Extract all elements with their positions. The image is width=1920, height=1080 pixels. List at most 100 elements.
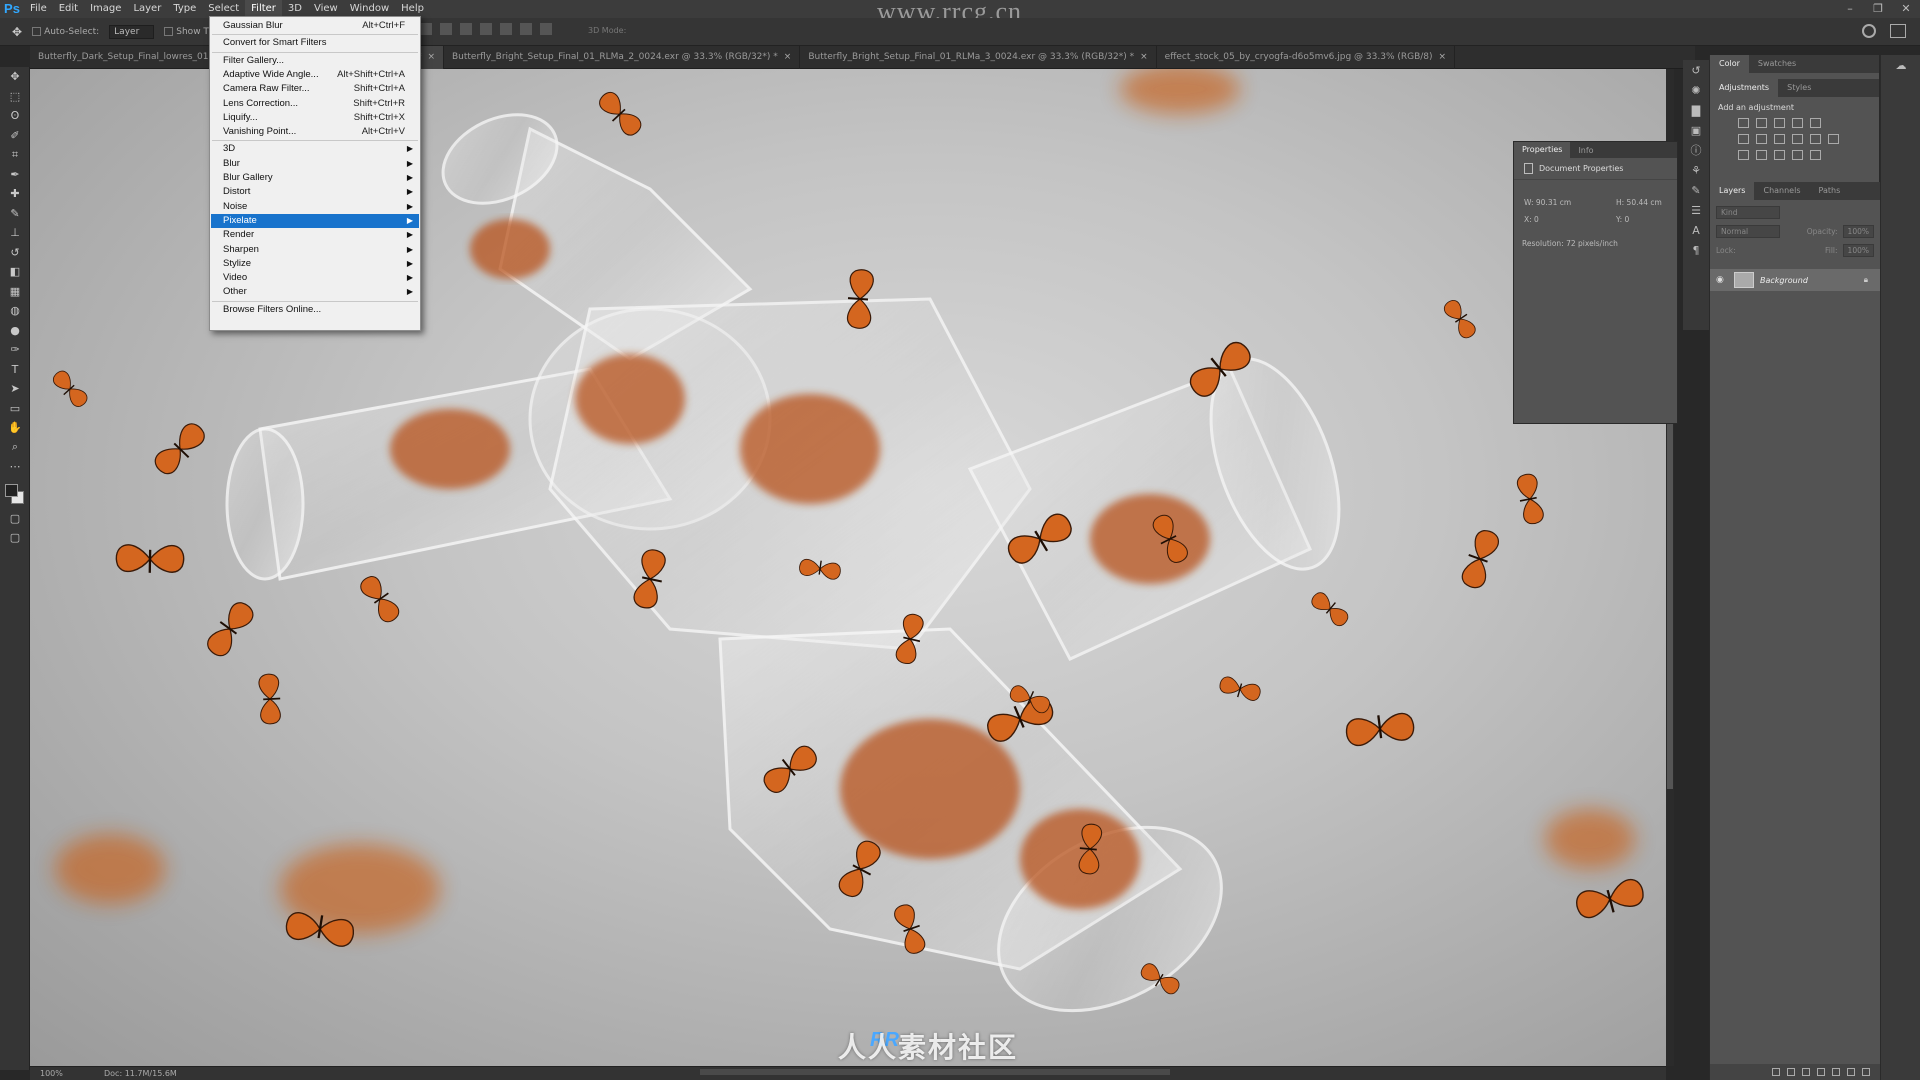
tab-adjustments[interactable]: Adjustments: [1710, 79, 1779, 97]
auto-select-dropdown[interactable]: Layer: [109, 24, 155, 39]
auto-select-checkbox[interactable]: [32, 26, 42, 36]
brightness-icon[interactable]: ✺: [1683, 80, 1709, 100]
menu-image[interactable]: Image: [84, 0, 127, 18]
hue-sat-icon[interactable]: [1738, 134, 1749, 144]
horizontal-scrollbar[interactable]: [700, 1069, 1170, 1075]
blur-tool-icon[interactable]: ◍: [0, 301, 30, 321]
pen-tool-icon[interactable]: ✑: [0, 340, 30, 360]
invert-icon[interactable]: [1738, 150, 1749, 160]
kind-filter[interactable]: Kind: [1716, 205, 1780, 219]
quick-mask-icon[interactable]: ▢: [0, 509, 30, 529]
brush-settings-icon[interactable]: ✎: [1683, 180, 1709, 200]
curves-icon[interactable]: [1774, 118, 1785, 128]
brushes-icon[interactable]: ☰: [1683, 200, 1709, 220]
stamp-tool-icon[interactable]: ⊥: [0, 223, 30, 243]
fx-icon[interactable]: [1787, 1068, 1795, 1076]
auto-align-icon[interactable]: [540, 23, 552, 35]
filter-menu-item-pixelate[interactable]: Pixelate ▶: [211, 213, 419, 229]
close-tab-icon[interactable]: ×: [1439, 52, 1447, 62]
quick-select-tool-icon[interactable]: ✐: [0, 126, 30, 146]
zoom-tool-icon[interactable]: ⌕: [0, 438, 30, 458]
vibrance-icon[interactable]: [1810, 118, 1821, 128]
photo-filter-icon[interactable]: [1792, 134, 1803, 144]
selective-color-icon[interactable]: [1810, 150, 1821, 160]
trash-icon[interactable]: [1862, 1068, 1870, 1076]
layer-name[interactable]: Background: [1760, 276, 1808, 285]
marquee-tool-icon[interactable]: ⬚: [0, 87, 30, 107]
filter-menu-item-camera-raw-filter[interactable]: Camera Raw Filter... Shift+Ctrl+A: [211, 82, 419, 96]
more-tools-icon[interactable]: ⋯: [0, 457, 30, 477]
filter-menu-item-3d[interactable]: 3D ▶: [211, 142, 419, 156]
move-tool-icon[interactable]: ✥: [12, 25, 22, 39]
filter-menu-item-filter-gallery[interactable]: Filter Gallery...: [211, 54, 419, 68]
y-value[interactable]: Y: 0: [1616, 215, 1629, 224]
zoom-level[interactable]: 100%: [30, 1069, 74, 1078]
eyedropper-tool-icon[interactable]: ✒: [0, 165, 30, 185]
tab-styles[interactable]: Styles: [1778, 79, 1820, 97]
filter-menu-item-sharpen[interactable]: Sharpen ▶: [211, 243, 419, 257]
workspace-icon[interactable]: [1890, 24, 1906, 38]
foreground-color-swatch[interactable]: [5, 483, 18, 497]
menu-edit[interactable]: Edit: [53, 0, 84, 18]
filter-menu-item-blur[interactable]: Blur ▶: [211, 157, 419, 171]
fill-value[interactable]: 100%: [1842, 243, 1874, 257]
color-balance-icon[interactable]: [1756, 134, 1767, 144]
exposure-icon[interactable]: [1792, 118, 1803, 128]
posterize-icon[interactable]: [1756, 150, 1767, 160]
histogram-icon[interactable]: ▇: [1683, 100, 1709, 120]
history-brush-tool-icon[interactable]: ↺: [0, 243, 30, 263]
tab-paths[interactable]: Paths: [1810, 182, 1850, 200]
distribute-h-icon[interactable]: [500, 23, 512, 35]
black-white-icon[interactable]: [1774, 134, 1785, 144]
filter-menu-item-adaptive-wide-angle[interactable]: Adaptive Wide Angle... Alt+Shift+Ctrl+A: [211, 68, 419, 82]
minimize-icon[interactable]: –: [1836, 0, 1864, 18]
close-tab-icon[interactable]: ×: [427, 52, 435, 62]
distribute-icon[interactable]: [480, 23, 492, 35]
search-icon[interactable]: [1862, 24, 1876, 38]
filter-menu-item-vanishing-point[interactable]: Vanishing Point... Alt+Ctrl+V: [211, 125, 419, 139]
show-transform-option[interactable]: Show T: [164, 26, 209, 37]
type-tool-icon[interactable]: T: [0, 360, 30, 380]
healing-tool-icon[interactable]: ✚: [0, 184, 30, 204]
mask-icon[interactable]: [1802, 1068, 1810, 1076]
new-layer-icon[interactable]: [1847, 1068, 1855, 1076]
tab-color[interactable]: Color: [1710, 55, 1749, 73]
color-lookup-icon[interactable]: [1828, 134, 1839, 144]
document-tab[interactable]: Butterfly_Bright_Setup_Final_01_RLMa_3_0…: [800, 46, 1157, 69]
filter-menu-item-noise[interactable]: Noise ▶: [211, 200, 419, 214]
tab-layers[interactable]: Layers: [1710, 182, 1755, 200]
align-bottom-icon[interactable]: [460, 23, 472, 35]
auto-select-option[interactable]: Auto-Select:: [32, 26, 99, 37]
group-icon[interactable]: [1832, 1068, 1840, 1076]
filter-menu-item-gaussian-blur[interactable]: Gaussian Blur Alt+Ctrl+F: [211, 19, 419, 33]
crop-tool-icon[interactable]: ⌗: [0, 145, 30, 165]
adjustment-layer-icon[interactable]: [1817, 1068, 1825, 1076]
properties-icon[interactable]: ▣: [1683, 120, 1709, 140]
eraser-tool-icon[interactable]: ◧: [0, 262, 30, 282]
eye-icon[interactable]: ◉: [1716, 275, 1728, 285]
filter-menu-item-distort[interactable]: Distort ▶: [211, 185, 419, 199]
filter-menu-item-liquify[interactable]: Liquify... Shift+Ctrl+X: [211, 111, 419, 125]
history-icon[interactable]: ↺: [1683, 60, 1709, 80]
blend-mode-select[interactable]: Normal: [1716, 224, 1780, 238]
menu-type[interactable]: Type: [167, 0, 202, 18]
filter-menu-item-stylize[interactable]: Stylize ▶: [211, 257, 419, 271]
filter-menu-item-browse-filters-online[interactable]: Browse Filters Online...: [211, 303, 419, 317]
lasso-tool-icon[interactable]: ʘ: [0, 106, 30, 126]
shape-tool-icon[interactable]: ▭: [0, 399, 30, 419]
close-tab-icon[interactable]: ×: [1140, 52, 1148, 62]
path-select-tool-icon[interactable]: ➤: [0, 379, 30, 399]
brightness-adjust-icon[interactable]: [1738, 118, 1749, 128]
channel-mixer-icon[interactable]: [1810, 134, 1821, 144]
filter-menu-item-other[interactable]: Other ▶: [211, 285, 419, 299]
tab-channels[interactable]: Channels: [1754, 182, 1809, 200]
filter-menu-item-render[interactable]: Render ▶: [211, 228, 419, 242]
move-tool-icon[interactable]: ✥: [0, 67, 30, 87]
gradient-tool-icon[interactable]: ▦: [0, 282, 30, 302]
x-value[interactable]: X: 0: [1524, 215, 1539, 224]
gradient-map-icon[interactable]: [1792, 150, 1803, 160]
document-tab[interactable]: effect_stock_05_by_cryogfa-d6o5mv6.jpg @…: [1157, 46, 1456, 69]
link-icon[interactable]: [1772, 1068, 1780, 1076]
filter-menu-item-lens-correction[interactable]: Lens Correction... Shift+Ctrl+R: [211, 97, 419, 111]
height-value[interactable]: H: 50.44 cm: [1616, 198, 1662, 207]
